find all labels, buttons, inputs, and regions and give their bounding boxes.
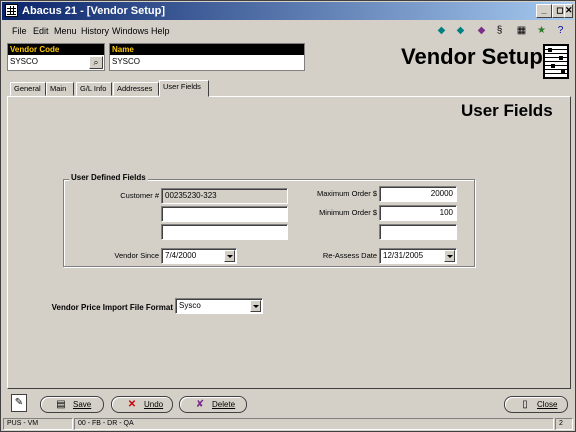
menu-windows[interactable]: Windows <box>112 25 149 37</box>
minimum-order-label: Minimum Order $ <box>319 208 377 217</box>
close-window-icon[interactable]: ✕ <box>564 4 573 18</box>
title-bar[interactable]: Abacus 21 - [Vendor Setup] _ ◻ ✕ <box>2 2 574 20</box>
customer-number-label: Customer # <box>120 191 159 200</box>
import-format-value: Sysco <box>179 301 201 310</box>
menu-file[interactable]: File <box>12 25 27 37</box>
undo-x-icon: ✕ <box>127 399 137 410</box>
user-field-right-3[interactable] <box>379 224 457 240</box>
import-format-label: Vendor Price Import File Format <box>51 303 173 312</box>
menu-history[interactable]: History <box>81 25 109 37</box>
status-codes: 00 - FB - DR - QA <box>74 418 554 430</box>
tab-gl-info[interactable]: G/L Info <box>76 82 112 96</box>
status-user: PUS - VM <box>3 418 73 430</box>
reassess-date-label: Re-Assess Date <box>322 251 377 260</box>
vendor-since-dropdown[interactable]: 7/4/2000 <box>161 248 237 264</box>
menu-bar: File Edit Menu History Windows Help ◆ ◆ … <box>2 21 574 41</box>
name-label: Name <box>110 44 304 55</box>
user-field-3[interactable] <box>161 224 288 240</box>
abacus-logo-icon <box>543 44 569 79</box>
chevron-down-icon[interactable] <box>444 250 455 262</box>
close-button[interactable]: ▯ Close <box>504 396 568 413</box>
chevron-down-icon[interactable] <box>224 250 235 262</box>
undo-button[interactable]: ✕ Undo <box>111 396 173 413</box>
back-arrow-icon[interactable]: ◆ <box>434 24 449 38</box>
section-title: User Fields <box>461 101 553 120</box>
lookup-icon[interactable]: ⌕ <box>89 56 103 69</box>
vendor-since-label: Vendor Since <box>114 251 159 260</box>
menu-help[interactable]: Help <box>151 25 170 37</box>
document-icon[interactable]: ✎ <box>11 394 27 412</box>
maximum-order-label: Maximum Order $ <box>316 189 377 198</box>
save-disk-icon: ▤ <box>56 399 66 410</box>
app-window: Abacus 21 - [Vendor Setup] _ ◻ ✕ File Ed… <box>0 0 576 432</box>
paperclip-icon[interactable]: § <box>492 24 507 38</box>
minimize-icon[interactable]: _ <box>536 4 552 18</box>
help-icon[interactable]: ? <box>553 24 568 38</box>
name-box: Name SYSCO <box>109 43 305 71</box>
maximum-order-field[interactable]: 20000 <box>379 186 457 202</box>
menu-menu[interactable]: Menu <box>54 25 77 37</box>
status-page: 2 <box>555 418 573 430</box>
tab-main[interactable]: Main <box>46 82 74 96</box>
tab-addresses[interactable]: Addresses <box>113 82 159 96</box>
tab-user-fields[interactable]: User Fields <box>159 80 209 97</box>
vendor-code-label: Vendor Code <box>8 44 104 55</box>
user-field-2[interactable] <box>161 206 288 222</box>
vendor-code-box: Vendor Code SYSCO ⌕ <box>7 43 105 71</box>
minimum-order-field[interactable]: 100 <box>379 205 457 221</box>
app-grid-icon <box>5 4 18 17</box>
name-field[interactable]: SYSCO <box>110 55 304 69</box>
window-title: Abacus 21 - [Vendor Setup] <box>22 5 166 17</box>
reassess-date-value: 12/31/2005 <box>383 251 424 260</box>
close-door-icon: ▯ <box>522 399 528 410</box>
calculator-icon[interactable]: ▦ <box>514 24 529 38</box>
save-button[interactable]: ▤ Save <box>40 396 104 413</box>
book-icon[interactable]: ◆ <box>474 24 489 38</box>
delete-icon: ✘ <box>195 399 205 410</box>
group-legend: User Defined Fields <box>69 173 148 182</box>
delete-button[interactable]: ✘ Delete <box>179 396 247 413</box>
chevron-down-icon[interactable] <box>250 300 261 312</box>
menu-edit[interactable]: Edit <box>33 25 49 37</box>
customer-number-field[interactable]: 00235230-323 <box>161 188 288 204</box>
tab-general[interactable]: General <box>10 82 46 96</box>
page-title: Vendor Setup <box>401 44 543 69</box>
reassess-date-dropdown[interactable]: 12/31/2005 <box>379 248 457 264</box>
vendor-since-value: 7/4/2000 <box>165 251 197 260</box>
import-format-dropdown[interactable]: Sysco <box>175 298 263 314</box>
forward-arrow-icon[interactable]: ◆ <box>453 24 468 38</box>
runner-icon[interactable]: ★ <box>534 24 549 38</box>
